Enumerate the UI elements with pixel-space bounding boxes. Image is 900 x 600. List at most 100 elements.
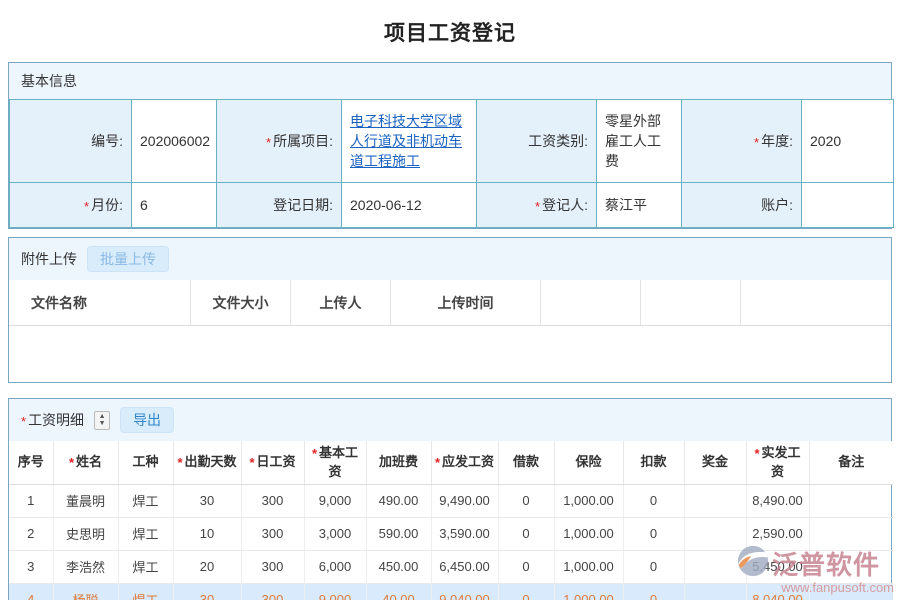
wage-cell: 9,040.00 (431, 583, 498, 600)
sort-spinner-icon[interactable]: ▲▼ (94, 411, 110, 430)
wage-cell: 1,000.00 (554, 583, 623, 600)
wage-column-header: *出勤天数 (173, 441, 241, 484)
wage-table-body: 1董晨明焊工303009,000490.009,490.0001,000.000… (9, 484, 893, 600)
required-star: * (84, 199, 89, 214)
required-star: * (535, 199, 540, 214)
wage-cell: 9,490.00 (431, 484, 498, 517)
wage-cell: 5,450.00 (746, 550, 809, 583)
field-label-wage-category: *工资类别: (477, 100, 597, 183)
wage-cell: 300 (241, 484, 304, 517)
wage-cell: 300 (241, 517, 304, 550)
basic-info-title: 基本信息 (21, 71, 77, 91)
wage-cell: 30 (173, 583, 241, 600)
wage-cell: 40.00 (366, 583, 431, 600)
wage-cell: 0 (498, 517, 554, 550)
wage-cell: 300 (241, 583, 304, 600)
required-star: * (754, 135, 759, 150)
wage-column-header: *应发工资 (431, 441, 498, 484)
export-button[interactable]: 导出 (120, 407, 174, 433)
page-title: 项目工资登记 (0, 0, 900, 62)
wage-cell: 焊工 (118, 583, 173, 600)
wage-cell (684, 484, 746, 517)
wage-cell: 300 (241, 550, 304, 583)
field-value-registrant: 蔡江平 (597, 183, 682, 228)
wage-table-row[interactable]: 2史思明焊工103003,000590.003,590.0001,000.000… (9, 517, 893, 550)
wage-column-header: 加班费 (366, 441, 431, 484)
wage-column-header: 序号 (9, 441, 53, 484)
wage-table-row[interactable]: 3李浩然焊工203006,000450.006,450.0001,000.000… (9, 550, 893, 583)
wage-cell: 0 (623, 484, 684, 517)
wage-cell: 杨聪 (53, 583, 118, 600)
field-label-year: *年度: (682, 100, 802, 183)
basic-info-header: 基本信息 (9, 63, 891, 99)
wage-cell (809, 517, 893, 550)
field-label-number: *编号: (10, 100, 132, 183)
wage-cell: 8,490.00 (746, 484, 809, 517)
wage-column-header: 借款 (498, 441, 554, 484)
wage-column-header: *日工资 (241, 441, 304, 484)
wage-cell: 20 (173, 550, 241, 583)
wage-cell: 30 (173, 484, 241, 517)
wage-detail-panel: *工资明细 ▲▼ 导出 序号*姓名工种*出勤天数*日工资*基本工资加班费*应发工… (8, 398, 892, 600)
wage-cell: 3 (9, 550, 53, 583)
wage-cell: 史思明 (53, 517, 118, 550)
attachment-column-header (541, 280, 641, 325)
wage-table-row[interactable]: 4杨聪焊工303009,00040.009,040.0001,000.0008,… (9, 583, 893, 600)
required-star: * (312, 446, 317, 461)
wage-cell (809, 583, 893, 600)
field-value-register-date: 2020-06-12 (342, 183, 477, 228)
field-value-project: 电子科技大学区域人行道及非机动车道工程施工 (342, 100, 477, 183)
required-star: * (21, 414, 26, 429)
wage-cell: 焊工 (118, 484, 173, 517)
wage-cell: 1,000.00 (554, 550, 623, 583)
field-value-account (802, 183, 894, 228)
attachment-column-header: 文件大小 (191, 280, 291, 325)
wage-cell: 1,000.00 (554, 484, 623, 517)
wage-column-header: *实发工资 (746, 441, 809, 484)
wage-table: 序号*姓名工种*出勤天数*日工资*基本工资加班费*应发工资借款保险扣款奖金*实发… (9, 441, 893, 600)
wage-column-header: 工种 (118, 441, 173, 484)
basic-info-grid: *编号: 202006002 *所属项目: 电子科技大学区域人行道及非机动车道工… (9, 99, 894, 228)
project-link[interactable]: 电子科技大学区域人行道及非机动车道工程施工 (350, 113, 462, 170)
wage-cell: 9,000 (304, 583, 366, 600)
required-star: * (266, 135, 271, 150)
wage-cell: 590.00 (366, 517, 431, 550)
wage-cell: 450.00 (366, 550, 431, 583)
wage-cell: 0 (623, 550, 684, 583)
attachment-header: 附件上传 批量上传 (9, 238, 891, 280)
attachment-title: 附件上传 (21, 249, 77, 269)
wage-cell: 3,590.00 (431, 517, 498, 550)
wage-cell (809, 550, 893, 583)
wage-cell: 0 (498, 484, 554, 517)
wage-cell: 焊工 (118, 550, 173, 583)
wage-cell: 8,040.00 (746, 583, 809, 600)
attachment-panel: 附件上传 批量上传 文件名称文件大小上传人上传时间 (8, 237, 892, 383)
wage-cell: 2,590.00 (746, 517, 809, 550)
field-value-number: 202006002 (132, 100, 217, 183)
wage-cell (684, 550, 746, 583)
required-star: * (249, 455, 254, 470)
wage-cell: 1 (9, 484, 53, 517)
wage-cell: 0 (623, 517, 684, 550)
wage-table-row[interactable]: 1董晨明焊工303009,000490.009,490.0001,000.000… (9, 484, 893, 517)
field-label-account: *账户: (682, 183, 802, 228)
batch-upload-button[interactable]: 批量上传 (87, 246, 169, 272)
field-label-register-date: *登记日期: (217, 183, 342, 228)
wage-column-header: *基本工资 (304, 441, 366, 484)
field-label-registrant: *登记人: (477, 183, 597, 228)
wage-cell (684, 583, 746, 600)
wage-cell: 1,000.00 (554, 517, 623, 550)
wage-detail-title: *工资明细 (21, 410, 84, 430)
wage-column-header: 保险 (554, 441, 623, 484)
wage-cell: 490.00 (366, 484, 431, 517)
wage-cell: 3,000 (304, 517, 366, 550)
wage-column-header: 扣款 (623, 441, 684, 484)
wage-column-header: 备注 (809, 441, 893, 484)
wage-cell: 4 (9, 583, 53, 600)
wage-cell: 9,000 (304, 484, 366, 517)
required-star: * (754, 446, 759, 461)
wage-column-header: *姓名 (53, 441, 118, 484)
field-value-wage-category: 零星外部雇工人工费 (597, 100, 682, 183)
wage-column-header: 奖金 (684, 441, 746, 484)
wage-cell: 董晨明 (53, 484, 118, 517)
